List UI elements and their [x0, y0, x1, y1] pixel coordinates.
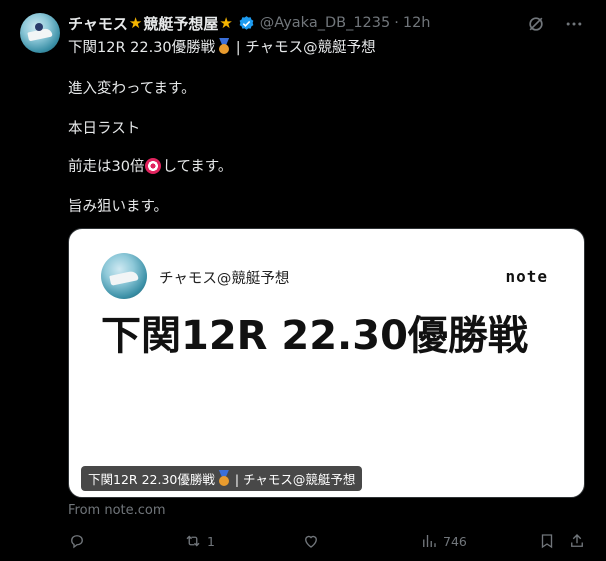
display-name[interactable]: チャモス: [68, 13, 128, 34]
tweet-line: 前走は30倍 してます。: [68, 158, 233, 175]
display-name-suffix[interactable]: 競艇予想屋: [143, 13, 218, 34]
more-options-icon[interactable]: [564, 14, 584, 34]
top-right-actions: [526, 14, 584, 34]
share-button[interactable]: [568, 532, 586, 550]
card-author: チャモス@競艇予想: [159, 271, 290, 287]
views-icon: [423, 535, 436, 547]
title-suffix: | チャモス@競艇予想: [235, 40, 376, 56]
like-button[interactable]: [302, 532, 325, 550]
target-icon: [145, 158, 162, 174]
medal-icon: [217, 38, 231, 54]
star-icon: ★: [128, 14, 143, 32]
retweet-button[interactable]: 1: [184, 532, 215, 550]
card-caption: 下関12R 22.30優勝戦 | チャモス@競艇予想: [81, 466, 363, 491]
tweet-line: 本日ラスト: [68, 121, 141, 137]
reply-icon: [71, 535, 83, 549]
link-card[interactable]: チャモス@競艇予想 note 下関12R 22.30優勝戦 下関12R 22.3…: [68, 228, 585, 498]
star-icon: ★: [219, 14, 233, 32]
action-bar: 1 746: [68, 532, 588, 554]
verified-badge-icon: [239, 15, 254, 30]
separator-dot: ·: [394, 15, 399, 31]
heart-icon: [305, 535, 317, 548]
tweet-line: 進入変わってます。: [68, 81, 196, 97]
note-logo: note: [505, 267, 548, 286]
author-avatar[interactable]: [20, 13, 60, 53]
bookmark-icon: [541, 534, 553, 549]
views-button[interactable]: 746: [420, 532, 467, 550]
retweet-count: 1: [207, 533, 215, 549]
reply-button[interactable]: [68, 532, 91, 550]
views-count: 746: [443, 533, 467, 549]
tweet-header: チャモス ★ 競艇予想屋 ★ @Ayaka_DB_1235 · 12h: [68, 13, 430, 33]
retweet-icon: [186, 535, 200, 547]
card-author-avatar: [101, 253, 147, 299]
share-icon: [571, 534, 583, 547]
card-source[interactable]: From note.com: [68, 503, 166, 518]
tweet-line: 旨み狙います。: [68, 199, 169, 215]
tweet-title-line: 下関12R 22.30優勝戦 | チャモス@競艇予想: [68, 38, 376, 56]
card-headline: 下関12R 22.30優勝戦: [101, 313, 528, 359]
medal-icon: [217, 470, 231, 486]
bookmark-button[interactable]: [538, 532, 556, 550]
grok-icon[interactable]: [526, 14, 546, 34]
timestamp[interactable]: 12h: [403, 15, 431, 31]
handle[interactable]: @Ayaka_DB_1235: [260, 15, 390, 31]
